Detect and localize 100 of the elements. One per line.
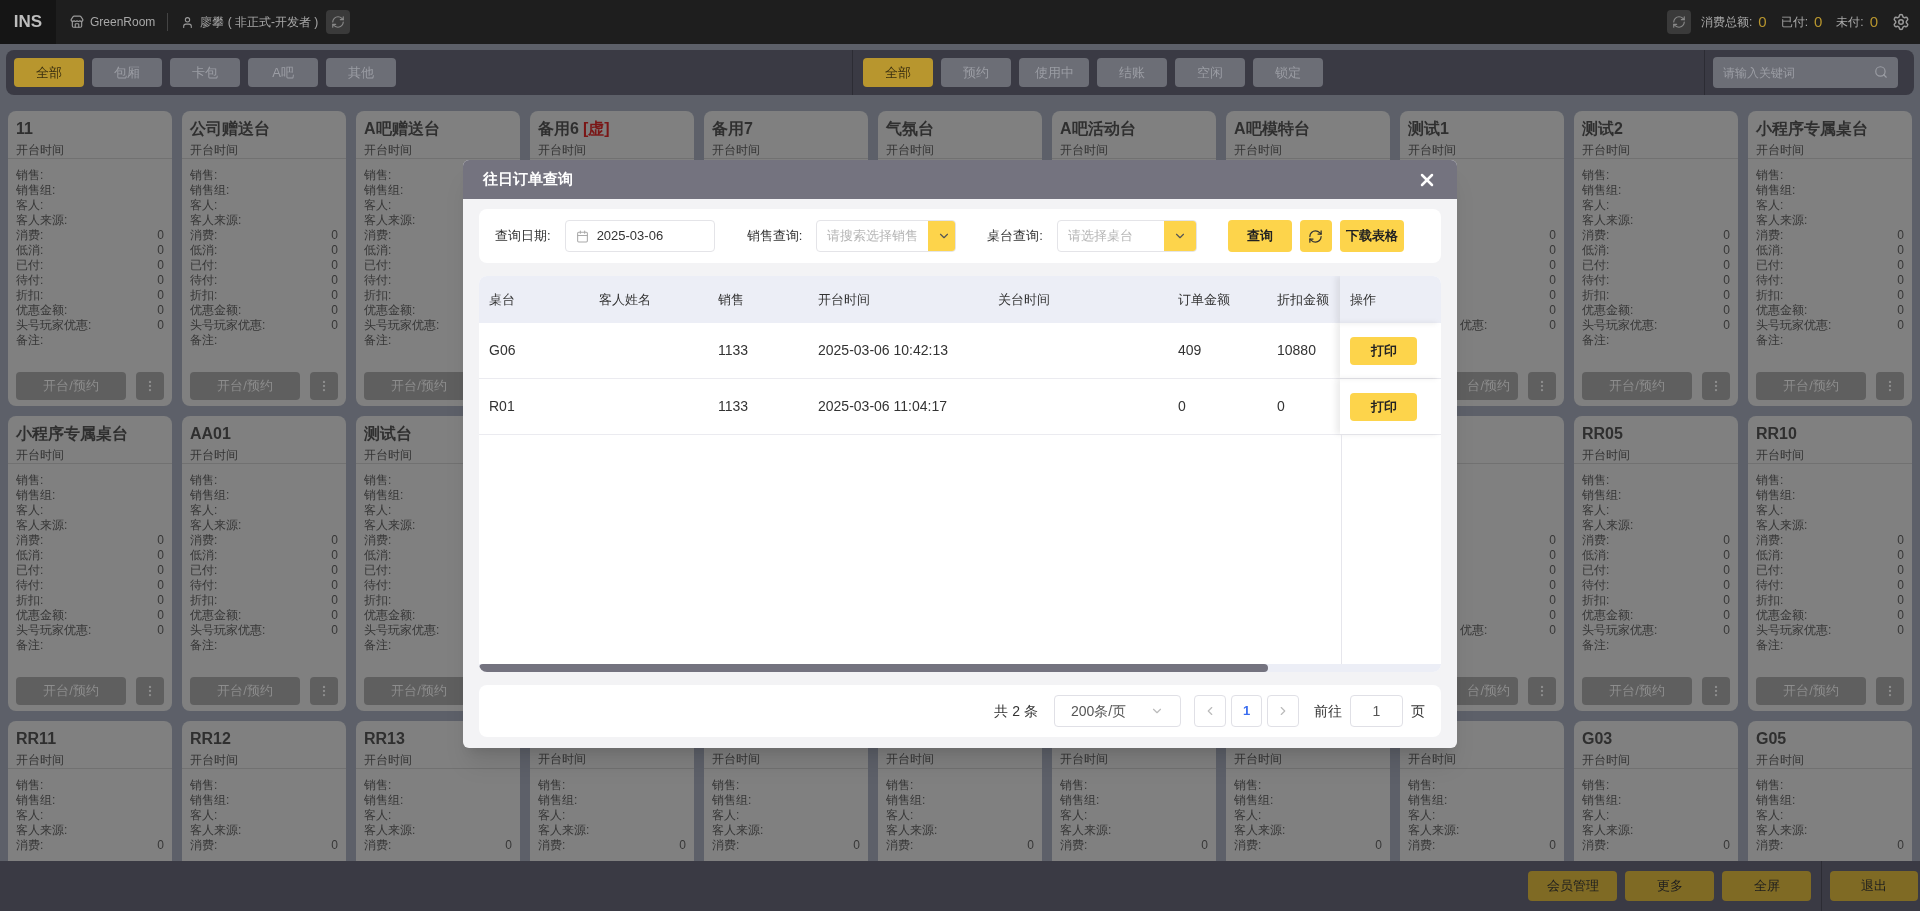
- more-button[interactable]: [310, 677, 338, 705]
- field-label: 头号玩家优惠:: [1582, 316, 1658, 334]
- more-button[interactable]: [1876, 677, 1904, 705]
- query-button[interactable]: 查询: [1227, 220, 1292, 252]
- open-time-label: 开台时间: [364, 142, 412, 159]
- more-button[interactable]: [136, 677, 164, 705]
- next-page-button[interactable]: [1267, 695, 1299, 727]
- stat-value: 0: [1869, 11, 1878, 32]
- more-button[interactable]: [1702, 372, 1730, 400]
- field-value: 0: [157, 621, 164, 639]
- field-label: 客人来源:: [364, 516, 416, 534]
- settings-button[interactable]: [1892, 13, 1910, 31]
- filter-tab[interactable]: 全部: [14, 58, 84, 87]
- user-icon: [181, 15, 195, 29]
- field-label: 客人来源:: [1756, 821, 1808, 839]
- refresh-button[interactable]: [1299, 220, 1332, 252]
- goto-page-field[interactable]: 1: [1350, 695, 1403, 727]
- exit-button[interactable]: 退出: [1830, 871, 1918, 901]
- table-name: A吧模特台: [1234, 119, 1310, 139]
- more-button[interactable]: [1528, 372, 1556, 400]
- field-label: 头号玩家优惠:: [1582, 621, 1658, 639]
- page-size-select[interactable]: 200条/页: [1054, 695, 1181, 727]
- stat-value: 0: [1813, 11, 1823, 32]
- table-name: RR10: [1756, 424, 1797, 444]
- footer-button[interactable]: 会员管理: [1528, 871, 1617, 901]
- field-label: 低消:: [190, 241, 218, 259]
- more-button[interactable]: [136, 372, 164, 400]
- field-label: 消费:: [1582, 531, 1610, 549]
- field-label: 客人来源:: [190, 821, 242, 839]
- field-value: 0: [157, 301, 164, 319]
- print-button[interactable]: 打印: [1350, 336, 1417, 365]
- table-cell-text: R01: [489, 397, 515, 416]
- more-button[interactable]: [310, 372, 338, 400]
- field-label: 优惠金额:: [1582, 301, 1634, 319]
- sales-select[interactable]: 请搜索选择销售: [816, 220, 957, 252]
- field-label: 已付:: [16, 561, 44, 579]
- more-button[interactable]: [1702, 677, 1730, 705]
- more-button[interactable]: [1876, 372, 1904, 400]
- table-select[interactable]: 请选择桌台: [1056, 220, 1197, 252]
- field-label: 头号玩家优惠:: [16, 621, 92, 639]
- field-label: 消费:: [1756, 226, 1784, 244]
- field-value: 0: [1549, 576, 1556, 594]
- field-value: 0: [157, 271, 164, 289]
- stat-label: 消费总额:: [1700, 14, 1753, 31]
- field-value: 0: [1549, 286, 1556, 304]
- download-button[interactable]: 下载表格: [1339, 220, 1404, 252]
- field-label: 客人来源:: [538, 821, 590, 839]
- field-label: 备注:: [1582, 636, 1610, 654]
- field-label: 消费:: [16, 226, 44, 244]
- field-label: 消费:: [1408, 836, 1436, 854]
- field-label: 销售:: [1234, 776, 1262, 794]
- field-value: 0: [1897, 561, 1904, 579]
- field-label: 销售:: [364, 776, 392, 794]
- settings-icon: [1892, 13, 1910, 31]
- field-label: 折扣:: [1582, 591, 1610, 609]
- field-label: 销售查询:: [746, 227, 803, 246]
- open-time-label: 开台时间: [16, 447, 64, 464]
- field-label: 低消:: [1756, 241, 1784, 259]
- field-value: 0: [157, 226, 164, 244]
- field-label: 销售:: [364, 166, 392, 184]
- print-button[interactable]: 打印: [1350, 392, 1417, 421]
- field-label: 待付:: [1582, 576, 1610, 594]
- field-label: 折扣:: [1756, 286, 1784, 304]
- open-time-label: 开台时间: [364, 447, 412, 464]
- field-label: 低消:: [1582, 241, 1610, 259]
- field-label: 客人来源:: [364, 821, 416, 839]
- field-label: 优惠金额:: [1756, 606, 1808, 624]
- field-label: 销售组:: [16, 181, 56, 199]
- column-header: 关台时间: [998, 290, 1050, 309]
- refresh-icon: [1308, 228, 1324, 244]
- refresh-button[interactable]: [326, 10, 351, 34]
- footer-button[interactable]: 更多: [1625, 871, 1714, 901]
- field-label: 客人来源:: [1234, 821, 1286, 839]
- field-value: 0: [1897, 316, 1904, 334]
- table-cell-text: 2025-03-06 11:04:17: [818, 397, 947, 416]
- footer-button[interactable]: 全屏: [1722, 871, 1811, 901]
- filter-tab[interactable]: 全部: [863, 58, 933, 87]
- field-label: 折扣:: [1582, 286, 1610, 304]
- field-label: 优惠金额:: [16, 301, 68, 319]
- field-label: 备注:: [190, 636, 218, 654]
- field-label: 销售组:: [16, 486, 56, 504]
- field-value: 0: [1723, 256, 1730, 274]
- prev-page-button[interactable]: [1194, 695, 1226, 727]
- table-name: 测试2: [1582, 119, 1623, 139]
- open-time-label: 开台时间: [16, 752, 64, 769]
- field-value: 0: [331, 836, 338, 854]
- horizontal-scrollbar[interactable]: [479, 664, 1441, 672]
- date-field[interactable]: 2025-03-06: [564, 220, 715, 252]
- field-label: 销售:: [190, 471, 218, 489]
- page-button[interactable]: 1: [1231, 695, 1262, 727]
- field-label: 消费:: [16, 836, 44, 854]
- field-label: 销售组:: [1234, 791, 1274, 809]
- more-button[interactable]: [1528, 677, 1556, 705]
- refresh-button[interactable]: [1666, 10, 1691, 34]
- field-label: 桌台查询:: [987, 227, 1043, 246]
- table-cell-text: 409: [1178, 341, 1202, 360]
- field-value: 0: [1897, 226, 1904, 244]
- field-label: 待付:: [364, 576, 392, 594]
- field-value: 0: [1549, 271, 1556, 289]
- field-label: 客人来源:: [16, 821, 68, 839]
